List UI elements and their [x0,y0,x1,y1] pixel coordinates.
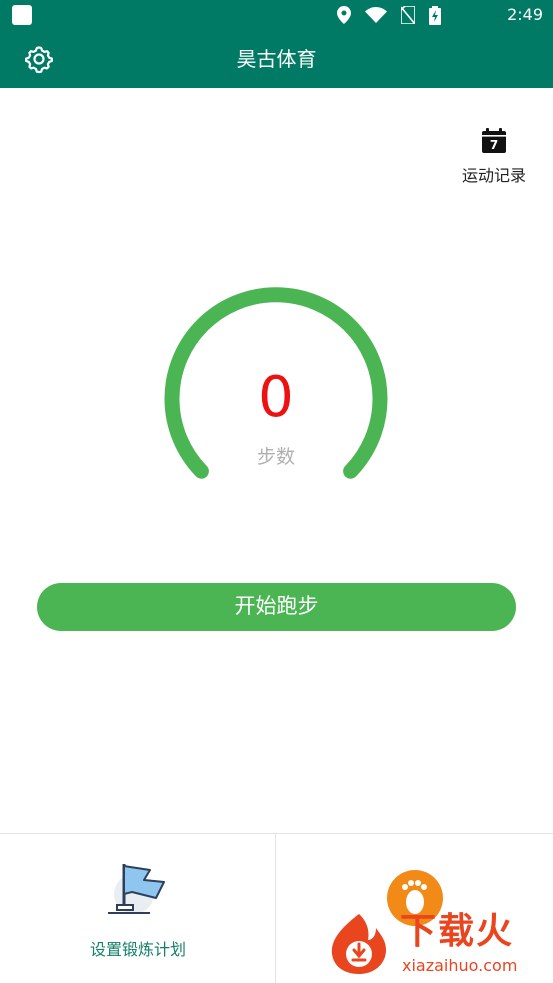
status-time: 2:49 [507,5,543,24]
watermark: 下载火 xiazaihuo.com [326,906,548,980]
step-count: 0 [258,365,294,430]
location-icon [337,6,351,24]
calendar-icon: 7 [482,128,506,153]
battery-charging-icon [429,5,441,25]
exercise-record-label: 运动记录 [461,166,526,185]
set-exercise-plan-tab[interactable]: 设置锻炼计划 [0,834,276,983]
app-notification-icon [12,5,32,25]
start-running-button[interactable]: 开始跑步 [37,583,516,631]
wifi-icon [365,7,387,23]
step-count-label: 步数 [256,446,295,468]
watermark-url: xiazaihuo.com [402,956,518,975]
status-icons [337,5,441,25]
app-title: 昊古体育 [236,47,317,71]
flag-icon [108,864,165,914]
calendar-day-text: 7 [490,138,498,152]
exercise-record-button[interactable]: 7 运动记录 [454,128,534,190]
flame-logo-icon [331,914,386,974]
no-sim-icon [401,6,415,24]
app-bar: 昊古体育 [0,30,553,88]
watermark-brand: 下载火 [400,911,515,952]
set-exercise-plan-label: 设置锻炼计划 [89,940,186,959]
status-bar: 2:49 [0,0,553,30]
